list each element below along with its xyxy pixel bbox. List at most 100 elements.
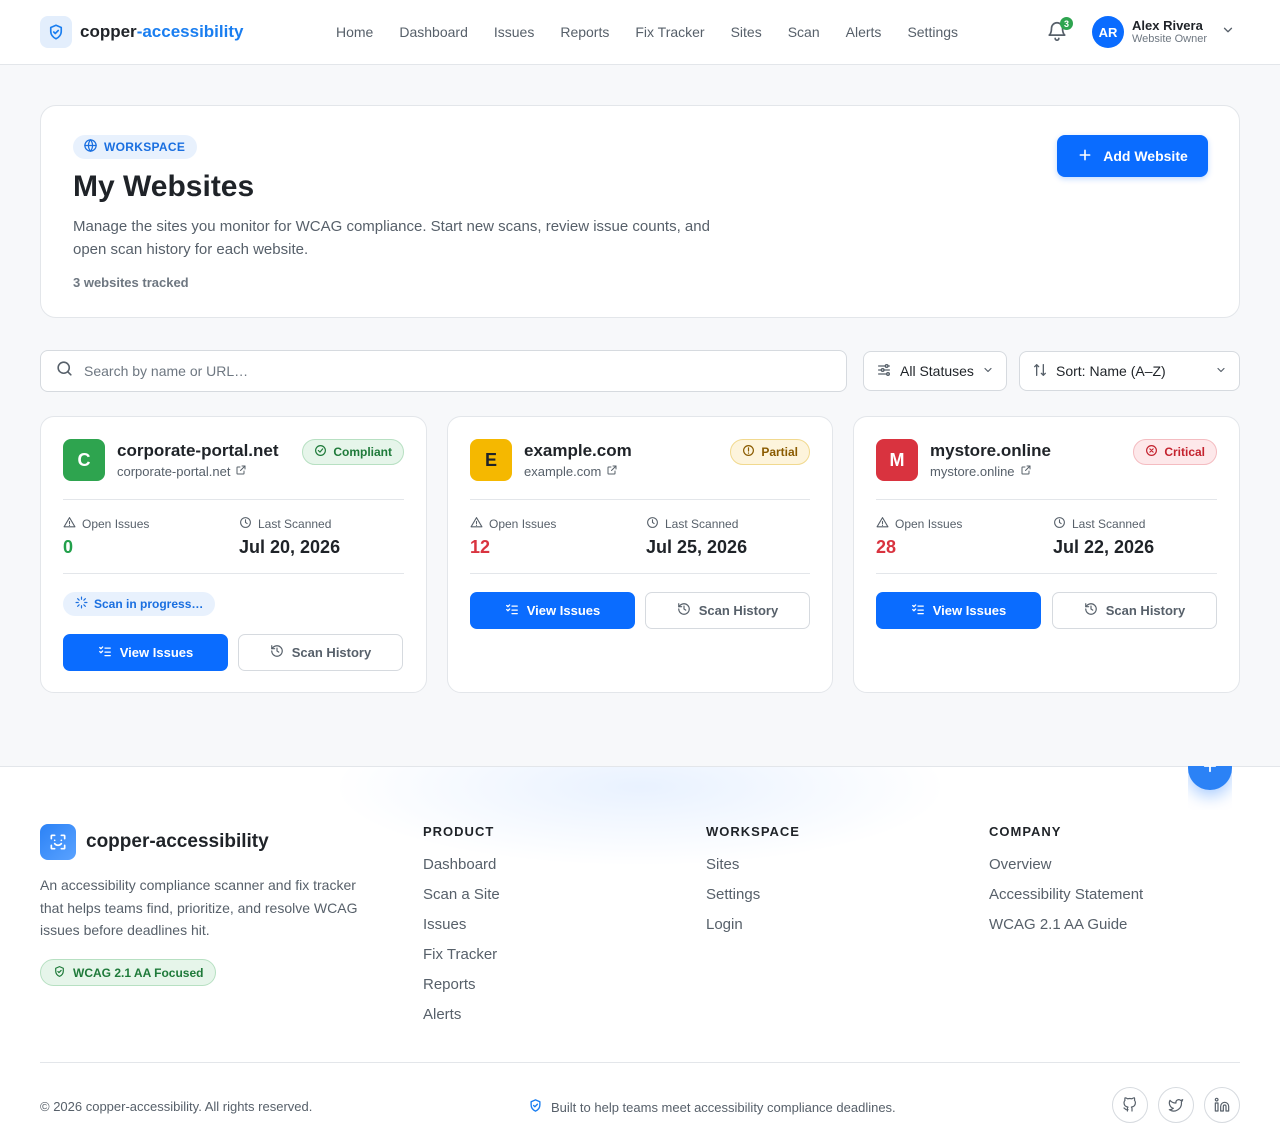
site-name[interactable]: mystore.online <box>930 441 1051 461</box>
nav-reports[interactable]: Reports <box>560 24 609 40</box>
site-card: C corporate-portal.net corporate-portal.… <box>40 416 427 693</box>
footer-link[interactable]: Reports <box>423 976 500 1006</box>
footer-link[interactable]: Fix Tracker <box>423 946 500 976</box>
divider <box>470 499 810 500</box>
divider <box>63 573 404 574</box>
search-input[interactable] <box>84 363 824 379</box>
footer-link[interactable]: WCAG 2.1 AA Guide <box>989 916 1143 946</box>
site-initial-badge: E <box>470 439 512 481</box>
divider <box>876 499 1217 500</box>
footer-link[interactable]: Overview <box>989 856 1143 886</box>
site-initial-badge: M <box>876 439 918 481</box>
chevron-down-icon <box>1215 363 1227 379</box>
footer-link[interactable]: Settings <box>706 886 800 916</box>
view-issues-button[interactable]: View Issues <box>470 592 635 629</box>
footer-link[interactable]: Dashboard <box>423 856 500 886</box>
brand-name: copper-accessibility <box>80 22 244 41</box>
site-card: E example.com example.com Partial Open I… <box>447 416 833 693</box>
footer-column-title: PRODUCT <box>423 824 495 839</box>
site-footer: copper-accessibility An accessibility co… <box>0 766 1280 1147</box>
warning-triangle-icon <box>876 516 889 532</box>
plus-icon <box>1077 147 1093 166</box>
site-initial-badge: C <box>63 439 105 481</box>
history-icon <box>677 602 691 619</box>
footer-tagline: Built to help teams meet accessibility c… <box>528 1098 896 1116</box>
github-icon[interactable] <box>1112 1087 1148 1123</box>
page-description: Manage the sites you monitor for WCAG co… <box>73 218 710 258</box>
main-nav: Home Dashboard Issues Reports Fix Tracke… <box>336 24 958 40</box>
history-icon <box>1084 602 1098 619</box>
scan-frame-logo-icon <box>40 824 76 860</box>
nav-sites[interactable]: Sites <box>731 24 762 40</box>
workspace-pill: WORKSPACE <box>73 135 198 159</box>
wcag-badge: WCAG 2.1 AA Focused <box>40 959 217 986</box>
site-name[interactable]: corporate-portal.net <box>117 441 279 461</box>
warning-triangle-icon <box>470 516 483 532</box>
status-label: Critical <box>1164 445 1205 459</box>
brand[interactable]: copper-accessibility <box>40 16 243 48</box>
scan-history-button[interactable]: Scan History <box>645 592 810 629</box>
clock-icon <box>1053 516 1066 532</box>
site-url-link[interactable]: mystore.online <box>930 464 1032 479</box>
user-menu[interactable]: AR Alex Rivera Website Owner <box>1092 16 1235 48</box>
twitter-icon[interactable] <box>1158 1087 1194 1123</box>
status-label: Compliant <box>333 445 392 459</box>
view-issues-button[interactable]: View Issues <box>63 634 228 671</box>
linkedin-icon[interactable] <box>1204 1087 1240 1123</box>
nav-alerts[interactable]: Alerts <box>846 24 882 40</box>
last-scanned-label: Last Scanned <box>646 516 738 532</box>
footer-link[interactable]: Sites <box>706 856 800 886</box>
list-checks-icon <box>505 602 519 619</box>
scan-history-button[interactable]: Scan History <box>238 634 403 671</box>
loader-icon <box>75 596 88 612</box>
external-link-icon <box>606 464 618 479</box>
globe-icon <box>83 138 98 156</box>
nav-issues[interactable]: Issues <box>494 24 534 40</box>
footer-link[interactable]: Alerts <box>423 1006 500 1036</box>
top-navigation-bar: copper-accessibility Home Dashboard Issu… <box>0 0 1280 65</box>
add-website-label: Add Website <box>1103 148 1188 164</box>
nav-home[interactable]: Home <box>336 24 373 40</box>
status-badge: Compliant <box>302 439 404 465</box>
site-url-link[interactable]: example.com <box>524 464 618 479</box>
scan-history-button[interactable]: Scan History <box>1052 592 1217 629</box>
sort-select[interactable]: Sort: Name (A–Z) <box>1019 351 1240 391</box>
search-field[interactable] <box>40 350 847 392</box>
add-website-button[interactable]: Add Website <box>1057 135 1208 177</box>
footer-link[interactable]: Scan a Site <box>423 886 500 916</box>
footer-link[interactable]: Issues <box>423 916 500 946</box>
open-issues-count: 12 <box>470 537 491 557</box>
status-badge: Critical <box>1133 439 1217 465</box>
nav-settings[interactable]: Settings <box>907 24 958 40</box>
warning-triangle-icon <box>63 516 76 532</box>
last-scanned-date: Jul 25, 2026 <box>646 537 748 557</box>
view-issues-button[interactable]: View Issues <box>876 592 1041 629</box>
last-scanned-label: Last Scanned <box>1053 516 1145 532</box>
nav-scan[interactable]: Scan <box>788 24 820 40</box>
open-issues-count: 28 <box>876 537 897 557</box>
workspace-label: WORKSPACE <box>104 140 186 154</box>
footer-column-product: PRODUCT Dashboard Scan a Site Issues Fix… <box>423 824 500 1036</box>
nav-dashboard[interactable]: Dashboard <box>399 24 468 40</box>
divider <box>63 499 404 500</box>
clock-icon <box>239 516 252 532</box>
footer-link[interactable]: Accessibility Statement <box>989 886 1143 916</box>
open-issues-label: Open Issues <box>470 516 556 532</box>
floating-action-button[interactable] <box>1188 766 1232 790</box>
copyright: © 2026 copper-accessibility. All rights … <box>40 1099 313 1114</box>
clock-icon <box>646 516 659 532</box>
site-url-link[interactable]: corporate-portal.net <box>117 464 247 479</box>
sliders-icon <box>876 362 892 381</box>
site-name[interactable]: example.com <box>524 441 632 461</box>
sort-arrows-icon <box>1032 362 1048 381</box>
external-link-icon <box>1020 464 1032 479</box>
user-info: Alex Rivera Website Owner <box>1132 18 1207 46</box>
status-filter-select[interactable]: All Statuses <box>863 351 1007 391</box>
user-name: Alex Rivera <box>1132 18 1203 33</box>
nav-fix-tracker[interactable]: Fix Tracker <box>635 24 704 40</box>
list-checks-icon <box>911 602 925 619</box>
page-header-card: WORKSPACE My Websites Manage the sites y… <box>40 105 1240 318</box>
footer-brand[interactable]: copper-accessibility <box>40 824 269 860</box>
footer-column-company: COMPANY Overview Accessibility Statement… <box>989 824 1143 946</box>
footer-link[interactable]: Login <box>706 916 800 946</box>
